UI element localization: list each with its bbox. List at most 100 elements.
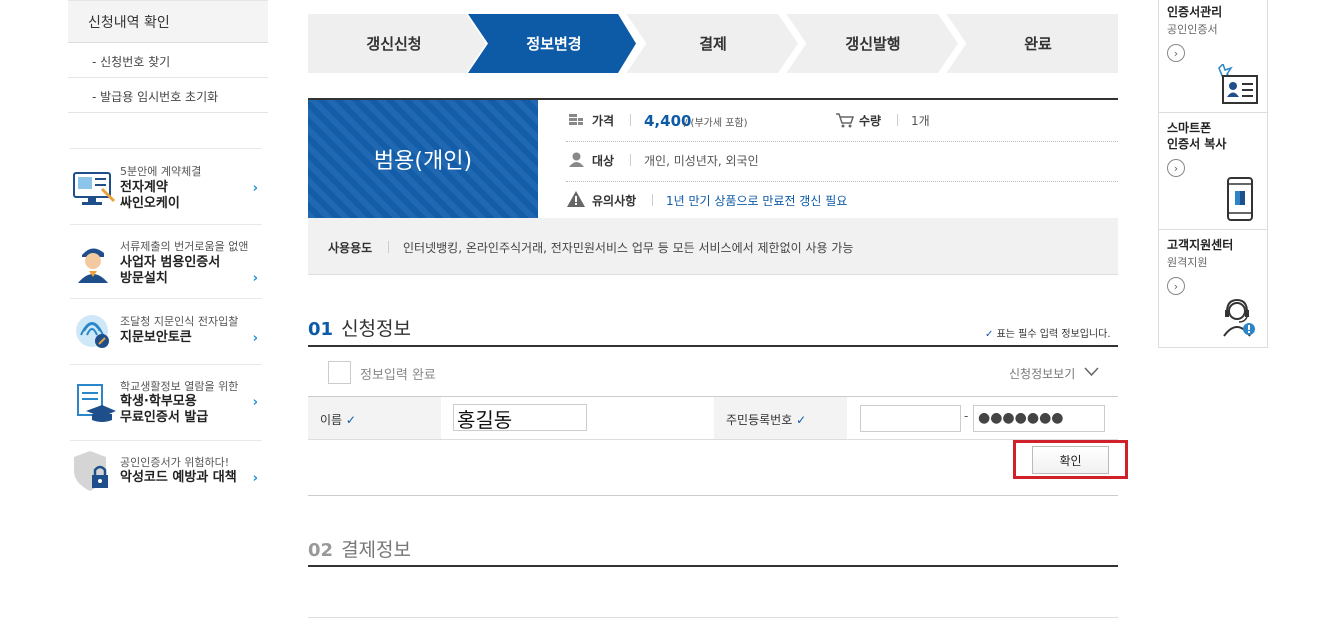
target-label: 대상 [592, 154, 615, 168]
fingerprint-icon [76, 315, 109, 348]
chevron-right-icon: › [252, 331, 258, 346]
promo-title-line1: 지문보안토큰 [120, 330, 192, 345]
promo-small-text: 조달청 지문인식 전자입찰 [120, 315, 239, 328]
cart-icon [836, 113, 854, 128]
promo-title-line1: 사업자 범용인증서 [120, 255, 221, 270]
arrow-circle-icon: › [1167, 159, 1185, 177]
step-info-change: 정보변경 [526, 35, 582, 53]
divider [388, 241, 389, 253]
section-divider [308, 345, 1118, 347]
section-title: 신청정보 [341, 318, 411, 340]
visit-install-icon [78, 248, 108, 283]
price-note: / (부가세 포함) [684, 118, 748, 129]
graduation-icon [77, 384, 116, 422]
notice-label: 유의사항 [592, 194, 637, 208]
side-menu-reset-temp-number[interactable]: - 발급용 임시번호 초기화 [68, 78, 268, 113]
promo-e-contract[interactable]: 5분안에 계약체결 전자계약 싸인오케이 › [70, 148, 262, 224]
promo-student-cert[interactable]: 학교생활정보 열람을 위한 학생·학부모용 무료인증서 발급 › [70, 364, 262, 440]
quick-title-line1: 스마트폰 [1167, 121, 1212, 135]
promo-fingerprint-token[interactable]: 조달청 지문인식 전자입찰 지문보안토큰 › [70, 298, 262, 364]
chevron-right-icon: › [252, 181, 258, 196]
name-input-value: 홍길동 [457, 408, 513, 432]
shield-lock-icon [74, 451, 108, 491]
promo-title-line2: 싸인오케이 [120, 196, 180, 211]
quick-customer-support[interactable]: 고객지원센터 원격지원 › [1159, 230, 1267, 347]
quick-title: 인증서관리 [1167, 5, 1223, 19]
chevron-right-icon: › [252, 471, 258, 486]
row-divider [308, 439, 1118, 440]
row-divider [308, 617, 1118, 618]
view-info-label: 신청정보보기 [1009, 367, 1076, 381]
section-number: 01 [308, 319, 334, 340]
section-title: 결제정보 [341, 539, 411, 561]
side-menu: 신청내역 확인 - 신청번호 찾기 - 발급용 임시번호 초기화 [68, 0, 268, 113]
arrow-circle-icon: › [1167, 277, 1185, 295]
checkmark-icon: ✓ [985, 329, 994, 340]
quick-subtitle: 원격지원 [1167, 256, 1208, 269]
checkmark-icon: ✓ [796, 413, 807, 427]
promo-title-line1: 학생·학부모용 [120, 394, 197, 409]
section-application-info-title: 01 신청정보 [308, 314, 411, 341]
checkmark-icon: ✓ [345, 413, 356, 427]
chevron-right-icon: › [252, 271, 258, 286]
target-value: 개인, 미성년자, 외국인 [644, 154, 759, 168]
required-note-text: 표는 필수 입력 정보입니다. [996, 329, 1111, 340]
section-bottom-divider [308, 495, 1118, 496]
quick-subtitle: 공인인증서 [1167, 23, 1218, 36]
view-info-toggle[interactable]: 신청정보보기 [1009, 365, 1075, 382]
step-payment: 결제 [699, 35, 727, 53]
rrn-label: 주민등록번호 ✓ [726, 411, 806, 428]
usage-row: 사용용도 인터넷뱅킹, 온라인주식거래, 전자민원서비스 업무 등 모든 서비스… [308, 218, 1118, 275]
rrn-front-input[interactable] [860, 405, 961, 432]
dotted-divider [566, 181, 1118, 182]
step-complete: 완료 [1024, 35, 1052, 53]
promo-title-line1: 전자계약 [120, 180, 168, 195]
e-contract-icon [73, 172, 116, 205]
name-input[interactable]: 홍길동 [453, 404, 587, 432]
section-payment-info-title: 02 결제정보 [308, 535, 411, 562]
quick-cert-management[interactable]: 인증서관리 공인인증서 › [1159, 0, 1267, 113]
promo-small-text: 5분안에 계약체결 [120, 165, 202, 178]
qty-value: 1개 [911, 114, 930, 128]
usage-value: 인터넷뱅킹, 온라인주식거래, 전자민원서비스 업무 등 모든 서비스에서 제한… [403, 241, 854, 255]
info-complete-checkbox[interactable] [328, 361, 351, 384]
side-menu-header[interactable]: 신청내역 확인 [68, 0, 268, 43]
rrn-back-masked-value: ●●●●●●● [978, 410, 1064, 426]
promo-malware-prevention[interactable]: 공인인증서가 위험하다! 악성코드 예방과 대책 › [70, 440, 262, 500]
name-label-text: 이름 [320, 413, 343, 427]
product-info: 범용(개인) 가격 4,400 / (부가세 포함) 수량 1개 대상 개인, … [308, 98, 1118, 275]
promo-title-line2: 방문설치 [120, 271, 168, 286]
person-icon [569, 152, 584, 167]
rrn-label-text: 주민등록번호 [726, 413, 793, 427]
section-number: 02 [308, 540, 334, 561]
chevron-right-icon: › [252, 395, 258, 410]
headset-support-icon [1223, 298, 1255, 337]
promo-visit-install[interactable]: 서류제출의 번거로움을 없앤 사업자 범용인증서 방문설치 › [70, 224, 262, 298]
id-card-icon [1218, 64, 1258, 104]
promo-small-text: 서류제출의 번거로움을 없앤 [120, 240, 249, 253]
smartphone-icon [1227, 177, 1253, 221]
required-note: ✓ 표는 필수 입력 정보입니다. [985, 325, 1111, 340]
chevron-down-icon[interactable] [1084, 367, 1099, 377]
coins-icon [569, 114, 583, 125]
warning-icon [567, 191, 585, 207]
usage-label: 사용용도 [328, 241, 373, 255]
promo-small-text: 학교생활정보 열람을 위한 [120, 380, 239, 393]
name-label: 이름 ✓ [320, 411, 356, 428]
section-divider [308, 565, 1118, 567]
notice-value: 1년 만기 상품으로 만료전 갱신 필요 [666, 194, 848, 208]
product-name: 범용(개인) [308, 100, 538, 218]
side-menu-find-number[interactable]: - 신청번호 찾기 [68, 43, 268, 78]
promo-title-line2: 무료인증서 발급 [120, 410, 209, 425]
info-complete-label: 정보입력 완료 [360, 368, 436, 383]
rrn-dash: - [964, 409, 969, 423]
price-label: 가격 [592, 114, 615, 128]
arrow-circle-icon: › [1167, 44, 1185, 62]
quick-smartphone-cert-copy[interactable]: 스마트폰 인증서 복사 › [1159, 113, 1267, 230]
divider [630, 114, 631, 126]
progress-steps: 갱신신청 정보변경 결제 갱신발행 완료 [308, 14, 1118, 73]
step-renewal-request: 갱신신청 [366, 35, 422, 53]
rrn-back-input[interactable]: ●●●●●●● [973, 405, 1105, 432]
promo-small-text: 공인인증서가 위험하다! [120, 456, 230, 469]
confirm-button[interactable]: 확인 [1032, 446, 1109, 474]
